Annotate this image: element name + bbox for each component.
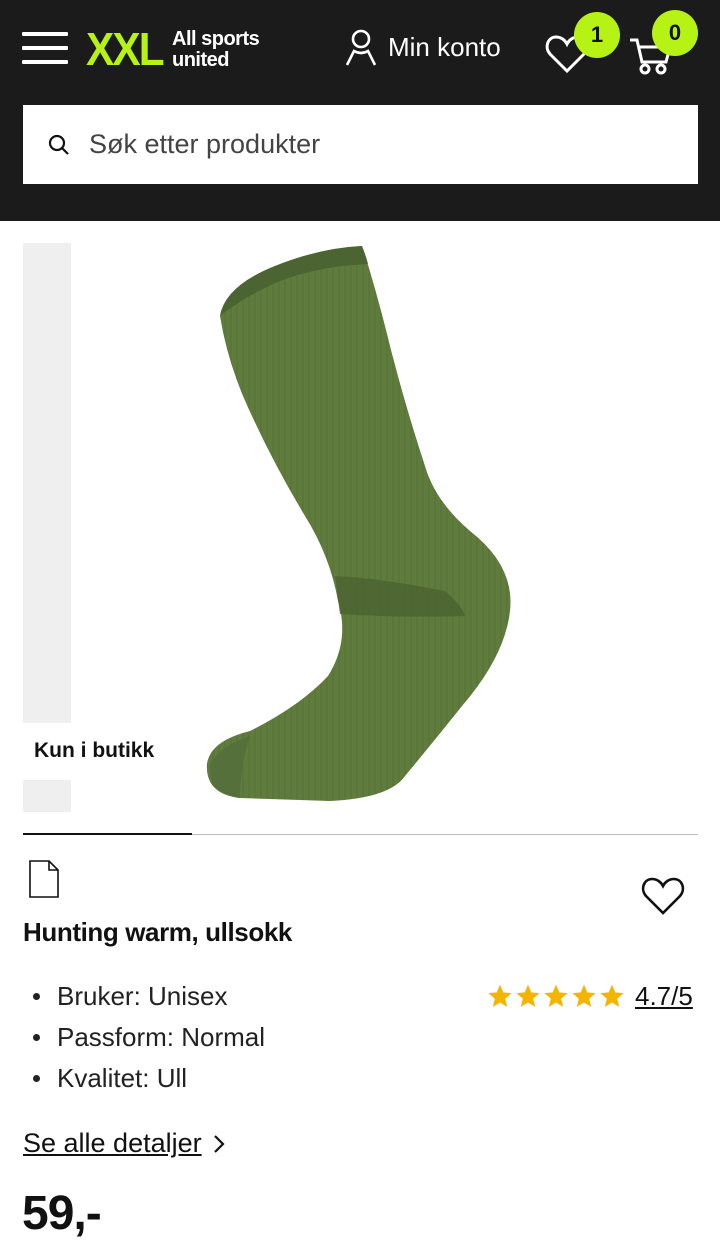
star-icon	[488, 984, 512, 1007]
rating-value-link[interactable]: 4.7/5	[635, 981, 693, 1012]
document-icon	[29, 860, 59, 898]
menu-icon-line	[22, 46, 68, 50]
search-placeholder: Søk etter produkter	[89, 129, 321, 159]
star-icon	[600, 984, 624, 1007]
user-icon	[345, 29, 377, 66]
bullet	[33, 1075, 40, 1082]
menu-icon-line	[22, 60, 68, 64]
product-title: Hunting warm, ullsokk	[23, 917, 292, 947]
search-icon	[48, 134, 69, 155]
product-feature-list: Bruker: Unisex Passform: Normal Kvalitet…	[33, 976, 265, 1099]
store-only-badge: Kun i butikk	[23, 730, 166, 772]
bullet	[33, 993, 40, 1000]
gallery-progress-indicator	[23, 833, 192, 835]
see-all-details-link[interactable]: Se alle detaljer	[23, 1128, 226, 1159]
feature-text: Bruker: Unisex	[57, 981, 228, 1011]
feature-text: Passform: Normal	[57, 1022, 266, 1052]
feature-item: Bruker: Unisex	[33, 976, 265, 1017]
account-button[interactable]: Min konto	[344, 26, 501, 68]
star-icon	[516, 984, 540, 1007]
account-label: Min konto	[388, 31, 501, 62]
add-to-wishlist-button[interactable]	[640, 874, 686, 918]
star-icon	[572, 984, 596, 1007]
logo[interactable]: XXL All sports united	[86, 23, 260, 75]
logo-mark: XXL	[86, 23, 165, 75]
heart-icon	[641, 877, 685, 915]
chevron-right-icon	[213, 1134, 225, 1153]
menu-button[interactable]	[22, 32, 70, 66]
rating-stars	[487, 983, 627, 1009]
menu-icon-line	[22, 32, 68, 36]
cart-count-badge: 0	[652, 10, 698, 56]
product-rating: 4.7/5	[487, 980, 693, 1012]
feature-text: Kvalitet: Ull	[57, 1063, 188, 1093]
site-header: XXL All sports united Min konto 1 0 Søk …	[0, 0, 720, 221]
gallery-thumbnail-strip-end[interactable]	[23, 780, 71, 812]
wishlist-count-badge: 1	[574, 12, 620, 58]
bullet	[33, 1034, 40, 1041]
gallery-thumbnail-strip[interactable]	[23, 243, 71, 723]
feature-item: Passform: Normal	[33, 1017, 265, 1058]
star-icon	[544, 984, 568, 1007]
product-price: 59,-	[22, 1187, 102, 1240]
search-input[interactable]: Søk etter produkter	[23, 105, 698, 184]
product-image[interactable]	[180, 236, 540, 806]
details-link-label: Se alle detaljer	[23, 1128, 202, 1158]
logo-tagline: All sports united	[172, 28, 260, 71]
feature-item: Kvalitet: Ull	[33, 1058, 265, 1099]
